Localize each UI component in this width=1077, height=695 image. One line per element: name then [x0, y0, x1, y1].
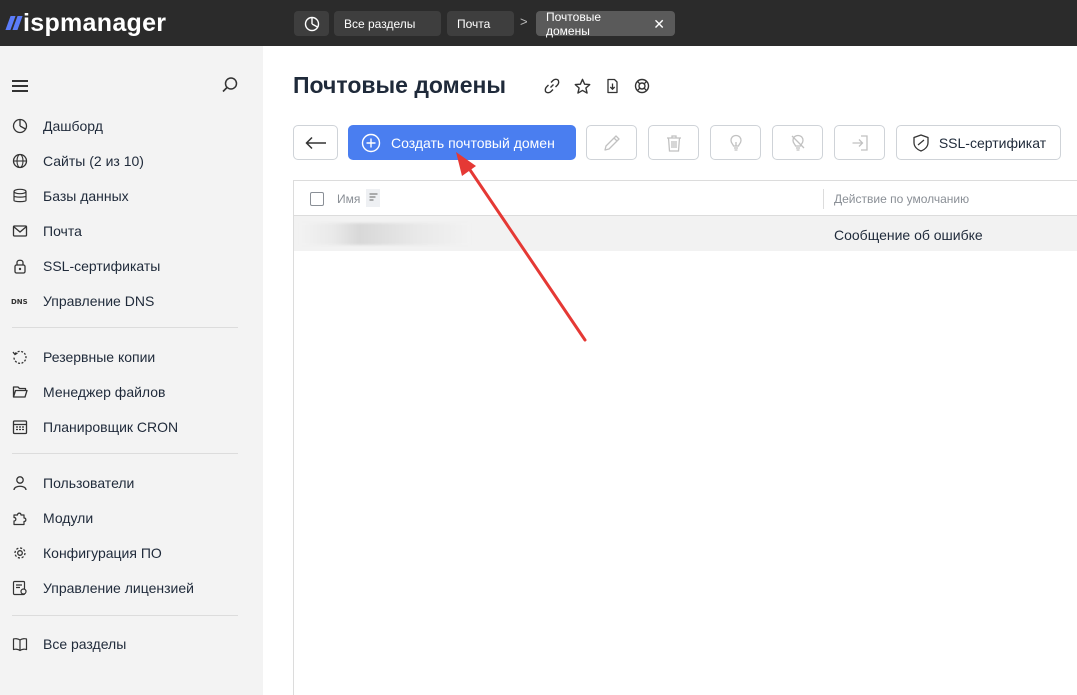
- breadcrumb-all-sections[interactable]: Все разделы: [334, 11, 441, 36]
- lightbulb-off-icon: [791, 134, 804, 151]
- breadcrumb-mail[interactable]: Почта: [447, 11, 514, 36]
- ssl-button-label: SSL-сертификат: [938, 134, 1047, 151]
- search-icon[interactable]: [221, 76, 239, 99]
- breadcrumb-label: Почтовые домены: [546, 9, 601, 38]
- sidebar-item-label: Конфигурация ПО: [43, 545, 162, 561]
- sidebar-item-label: Управление лицензией: [43, 580, 194, 596]
- select-all-checkbox[interactable]: [310, 192, 324, 206]
- close-icon[interactable]: ✕: [653, 17, 665, 31]
- sidebar-item-label: Менеджер файлов: [43, 384, 166, 400]
- breadcrumb-mail-domains[interactable]: Почтовые домены ✕: [536, 9, 675, 38]
- sidebar-item-cron[interactable]: Планировщик CRON: [0, 412, 263, 442]
- license-icon: [11, 579, 29, 597]
- create-mail-domain-button[interactable]: Создать почтовый домен: [348, 125, 576, 160]
- logo[interactable]: ispmanager: [5, 7, 167, 39]
- sidebar-item-file-manager[interactable]: Менеджер файлов: [0, 377, 263, 407]
- dashboard-icon: [11, 117, 29, 135]
- star-icon[interactable]: [573, 77, 591, 95]
- sidebar-item-dashboard[interactable]: Дашборд: [0, 111, 263, 141]
- lock-icon: [11, 257, 29, 275]
- table-row[interactable]: Сообщение об ошибке: [294, 216, 1077, 251]
- breadcrumb-dashboard[interactable]: [294, 11, 329, 36]
- backup-icon: [11, 348, 29, 366]
- svg-text:DNS: DNS: [11, 298, 28, 306]
- sidebar-item-label: Базы данных: [43, 188, 129, 204]
- sidebar-item-label: Модули: [43, 510, 94, 526]
- sidebar-item-license[interactable]: Управление лицензией: [0, 573, 263, 603]
- download-icon[interactable]: [603, 77, 621, 95]
- sidebar-divider: [12, 327, 238, 328]
- logo-text: ispmanager: [23, 8, 167, 37]
- create-button-label: Создать почтовый домен: [391, 134, 555, 151]
- sidebar-item-sites[interactable]: Сайты (2 из 10): [0, 146, 263, 176]
- redacted-domain-name: [300, 223, 470, 245]
- column-header-default-action[interactable]: Действие по умолчанию: [834, 192, 969, 206]
- sidebar-divider: [12, 453, 238, 454]
- dns-icon: DNS: [11, 292, 29, 310]
- sidebar-item-backups[interactable]: Резервные копии: [0, 342, 263, 372]
- lightbulb-icon: [729, 134, 742, 151]
- disable-button[interactable]: [772, 125, 823, 160]
- book-icon: [11, 635, 29, 653]
- edit-button[interactable]: [586, 125, 637, 160]
- mail-domains-table: Имя Действие по умолчанию Сообщение об о…: [293, 180, 1077, 695]
- database-icon: [11, 187, 29, 205]
- gear-icon: [11, 544, 29, 562]
- sidebar-item-modules[interactable]: Модули: [0, 503, 263, 533]
- breadcrumb-chevron-icon: >: [520, 14, 528, 29]
- sidebar-item-label: SSL-сертификаты: [43, 258, 161, 274]
- table-header: Имя Действие по умолчанию: [294, 181, 1077, 216]
- mail-icon: [11, 222, 29, 240]
- sidebar-item-label: Резервные копии: [43, 349, 156, 365]
- menu-icon[interactable]: [12, 80, 28, 95]
- link-icon[interactable]: [543, 77, 561, 95]
- column-divider[interactable]: [823, 189, 824, 209]
- login-button[interactable]: [834, 125, 885, 160]
- logo-mark-icon: [5, 16, 23, 30]
- folder-icon: [11, 383, 29, 401]
- top-bar: ispmanager Все разделы Почта > Почтовые …: [0, 0, 1077, 46]
- sort-icon[interactable]: [366, 189, 380, 207]
- sidebar-item-label: Пользователи: [43, 475, 135, 491]
- page-title: Почтовые домены: [293, 72, 507, 98]
- back-button[interactable]: [293, 125, 338, 160]
- default-action-cell: Сообщение об ошибке: [834, 227, 983, 243]
- sidebar-item-dns[interactable]: DNS Управление DNS: [0, 286, 263, 316]
- sidebar-item-label: Сайты (2 из 10): [43, 153, 144, 169]
- globe-icon: [11, 152, 29, 170]
- dashboard-icon: [304, 16, 319, 31]
- sidebar-item-label: Все разделы: [43, 636, 127, 652]
- calendar-icon: [11, 418, 29, 436]
- ssl-certificate-button[interactable]: SSL-сертификат: [896, 125, 1061, 160]
- sidebar-divider: [12, 615, 238, 616]
- puzzle-icon: [11, 509, 29, 527]
- sidebar-item-databases[interactable]: Базы данных: [0, 181, 263, 211]
- sidebar-item-label: Планировщик CRON: [43, 419, 179, 435]
- sidebar-item-software-config[interactable]: Конфигурация ПО: [0, 538, 263, 568]
- sidebar-item-all-sections[interactable]: Все разделы: [0, 629, 263, 659]
- sidebar-item-label: Дашборд: [43, 118, 103, 134]
- sidebar-item-ssl[interactable]: SSL-сертификаты: [0, 251, 263, 281]
- arrow-left-icon: [304, 136, 326, 149]
- sidebar-item-label: Управление DNS: [43, 293, 155, 309]
- sign-in-icon: [852, 134, 868, 151]
- plus-circle-icon: [361, 133, 381, 152]
- help-icon[interactable]: [633, 77, 651, 95]
- enable-button[interactable]: [710, 125, 761, 160]
- title-actions: [543, 77, 651, 95]
- pencil-icon: [603, 134, 620, 151]
- sidebar-item-mail[interactable]: Почта: [0, 216, 263, 246]
- trash-icon: [666, 134, 681, 152]
- column-header-name[interactable]: Имя: [337, 192, 360, 206]
- sidebar-item-users[interactable]: Пользователи: [0, 468, 263, 498]
- user-icon: [11, 474, 29, 492]
- sidebar-item-label: Почта: [43, 223, 82, 239]
- sidebar: Дашборд Сайты (2 из 10) Базы данных Почт…: [0, 46, 263, 695]
- delete-button[interactable]: [648, 125, 699, 160]
- shield-icon: [913, 133, 929, 152]
